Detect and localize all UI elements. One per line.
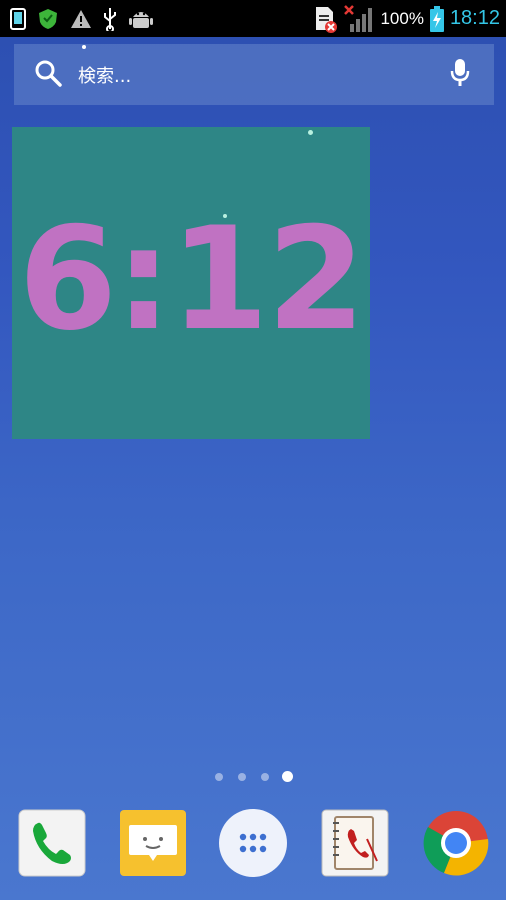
app-drawer[interactable] — [218, 808, 288, 882]
battery-charging-icon — [429, 5, 444, 32]
widget-time: 6:12 — [18, 197, 365, 362]
status-bar: 100% 18:12 — [0, 0, 506, 37]
page-dot[interactable] — [215, 773, 223, 781]
search-placeholder[interactable]: 検索... — [78, 62, 131, 88]
page-dot-active[interactable] — [282, 771, 293, 782]
page-indicator — [0, 770, 506, 784]
battery-percent: 100% — [380, 8, 424, 28]
search-icon[interactable] — [34, 59, 62, 91]
message-icon — [119, 809, 187, 881]
phone-app[interactable] — [17, 809, 87, 881]
page-dot[interactable] — [261, 773, 269, 781]
sparkle-decoration — [82, 45, 86, 49]
microphone-icon[interactable] — [450, 58, 470, 92]
no-signal-icon — [344, 4, 374, 33]
clock-widget[interactable]: 6:12 — [12, 127, 370, 439]
messaging-app[interactable] — [118, 810, 188, 880]
contacts-app[interactable] — [320, 809, 390, 881]
warning-icon — [70, 9, 92, 29]
search-bar[interactable]: 検索... — [14, 44, 494, 105]
grid-dots-icon — [218, 808, 288, 882]
sim-error-icon — [312, 5, 338, 33]
phone-icon — [18, 809, 86, 881]
app-dock — [0, 808, 506, 885]
screen-icon — [10, 7, 26, 30]
chrome-icon — [422, 809, 490, 881]
sparkle-decoration — [308, 130, 313, 135]
chrome-app[interactable] — [421, 810, 491, 880]
usb-icon — [102, 7, 118, 31]
contacts-icon — [321, 809, 389, 881]
status-clock: 18:12 — [449, 7, 500, 29]
page-dot[interactable] — [238, 773, 246, 781]
android-debug-icon — [128, 7, 154, 31]
shield-app-icon — [36, 7, 60, 31]
